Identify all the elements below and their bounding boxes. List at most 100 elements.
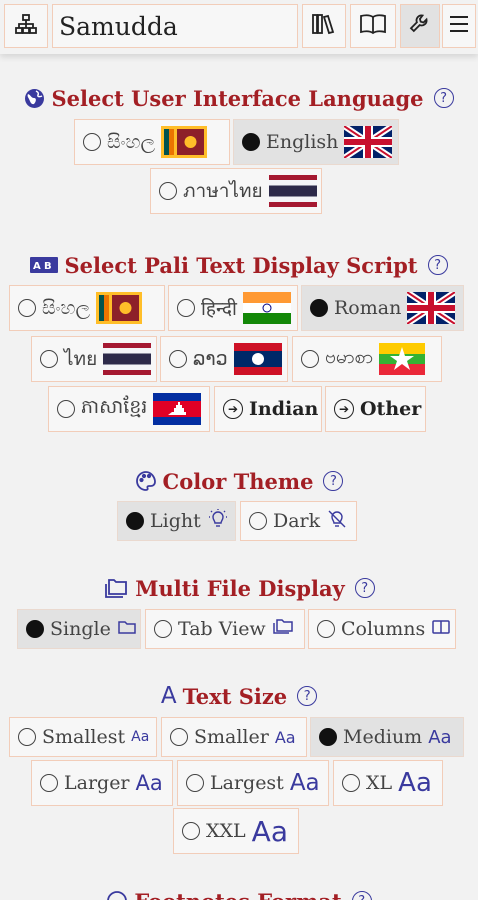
menu-button[interactable] — [442, 4, 476, 48]
script-option-khmer[interactable]: ភាសាខ្មែរ — [48, 386, 210, 432]
script-option-thai[interactable]: ไทย — [31, 336, 157, 382]
folders-icon — [272, 618, 294, 641]
help-icon[interactable]: ? — [433, 88, 454, 108]
radio-icon — [169, 350, 187, 368]
option-label: XL — [366, 772, 393, 794]
size-sample: Aa — [251, 814, 288, 848]
sri-lanka-flag-icon — [95, 292, 142, 324]
ui-lang-option-sinhala[interactable]: සිංහල — [74, 119, 230, 165]
top-bar: Samudda — [0, 0, 478, 54]
size-sample: Aa — [274, 727, 296, 747]
uk-flag-icon — [405, 289, 457, 327]
option-label: Other — [360, 398, 422, 420]
library-button[interactable] — [302, 4, 346, 48]
script-option-sinhala[interactable]: සිංහල — [9, 285, 165, 331]
sitemap-icon — [14, 12, 38, 40]
option-label: Medium — [343, 726, 423, 748]
ui-language-heading: Select User Interface Language ? — [0, 81, 478, 115]
help-icon[interactable]: ? — [323, 471, 344, 491]
radio-icon — [26, 620, 44, 638]
text-size-option-smaller[interactable]: Smaller Aa — [161, 717, 307, 757]
text-size-option-smallest[interactable]: Smallest Aa — [9, 717, 157, 757]
help-icon[interactable]: ? — [354, 578, 375, 598]
radio-icon — [182, 822, 200, 840]
script-option-other[interactable]: ➔ Other — [325, 386, 426, 432]
svg-text:B: B — [44, 261, 52, 272]
footnote-icon — [106, 890, 128, 900]
thailand-flag-icon — [103, 343, 152, 375]
help-icon[interactable]: ? — [427, 255, 448, 275]
script-option-roman[interactable]: Roman — [301, 285, 464, 331]
bulb-off-icon — [326, 508, 348, 535]
theme-option-light[interactable]: Light — [117, 501, 236, 541]
arrow-right-icon: ➔ — [223, 399, 243, 419]
pali-script-title: Select Pali Text Display Script — [64, 252, 418, 278]
option-label: Indian — [249, 398, 319, 420]
option-label: Smaller — [194, 726, 269, 748]
book-button[interactable] — [350, 4, 396, 48]
option-label: ဗမာစာ — [325, 346, 374, 368]
text-size-icon: A — [160, 683, 177, 709]
thailand-flag-icon — [268, 175, 317, 207]
script-option-myanmar[interactable]: ဗမာစာ — [292, 336, 442, 382]
library-icon — [311, 12, 337, 40]
option-label: සිංහල — [107, 131, 155, 153]
app-title: Samudda — [52, 4, 298, 48]
radio-icon — [83, 133, 101, 151]
ui-language-title: Select User Interface Language — [51, 85, 424, 111]
radio-icon — [170, 728, 188, 746]
settings-button[interactable] — [400, 4, 440, 48]
option-label: Columns — [341, 618, 426, 640]
radio-icon — [40, 350, 58, 368]
svg-text:A: A — [33, 261, 41, 272]
radio-icon — [57, 400, 75, 418]
option-label: Dark — [273, 510, 321, 532]
option-label: XXL — [206, 820, 246, 842]
script-icon: AB — [30, 257, 59, 273]
script-option-lao[interactable]: ລາວ — [160, 336, 288, 382]
option-label: ไทย — [64, 348, 98, 370]
theme-option-dark[interactable]: Dark — [240, 501, 357, 541]
sitemap-button[interactable] — [4, 4, 48, 48]
multi-file-option-single[interactable]: Single — [17, 609, 141, 649]
size-sample: Aa — [131, 729, 150, 745]
radio-icon — [18, 299, 36, 317]
script-option-indian[interactable]: ➔ Indian — [214, 386, 322, 432]
option-label: ភាសាខ្មែរ — [81, 396, 148, 418]
book-icon — [358, 12, 388, 40]
palette-icon — [135, 470, 157, 492]
globe-icon — [24, 88, 45, 109]
uk-flag-icon — [342, 123, 395, 161]
size-sample: Aa — [428, 726, 452, 748]
help-icon[interactable]: ? — [351, 891, 372, 900]
sri-lanka-flag-icon — [160, 126, 207, 158]
pali-script-heading: AB Select Pali Text Display Script ? — [0, 248, 478, 282]
script-option-hindi[interactable]: हिन्दी — [168, 285, 298, 331]
footnotes-title: Footnotes Format — [134, 889, 341, 900]
radio-icon — [154, 620, 172, 638]
text-size-heading: A Text Size ? — [0, 679, 478, 713]
text-size-option-largest[interactable]: Largest Aa — [177, 760, 329, 806]
text-size-option-larger[interactable]: Larger Aa — [31, 760, 173, 806]
option-label: Single — [50, 618, 111, 640]
radio-icon — [310, 299, 328, 317]
ui-lang-option-english[interactable]: English — [233, 119, 399, 165]
size-sample: Aa — [135, 771, 163, 795]
option-label: Roman — [334, 297, 402, 319]
text-size-option-medium[interactable]: Medium Aa — [310, 717, 464, 757]
bulb-on-icon — [207, 508, 229, 535]
color-theme-title: Color Theme — [162, 468, 314, 494]
radio-icon — [177, 299, 195, 317]
text-size-option-xl[interactable]: XL Aa — [333, 760, 443, 806]
multi-file-heading: Multi File Display ? — [0, 571, 478, 605]
help-icon[interactable]: ? — [297, 686, 318, 706]
multi-file-option-tab-view[interactable]: Tab View — [145, 609, 305, 649]
text-size-option-xxl[interactable]: XXL Aa — [173, 808, 299, 854]
radio-icon — [249, 512, 267, 530]
multi-file-option-columns[interactable]: Columns — [308, 609, 456, 649]
color-theme-heading: Color Theme ? — [0, 464, 478, 498]
radio-icon — [242, 133, 260, 151]
ui-lang-option-thai[interactable]: ภาษาไทย — [150, 168, 322, 214]
radio-icon — [186, 774, 204, 792]
arrow-right-icon: ➔ — [334, 399, 354, 419]
